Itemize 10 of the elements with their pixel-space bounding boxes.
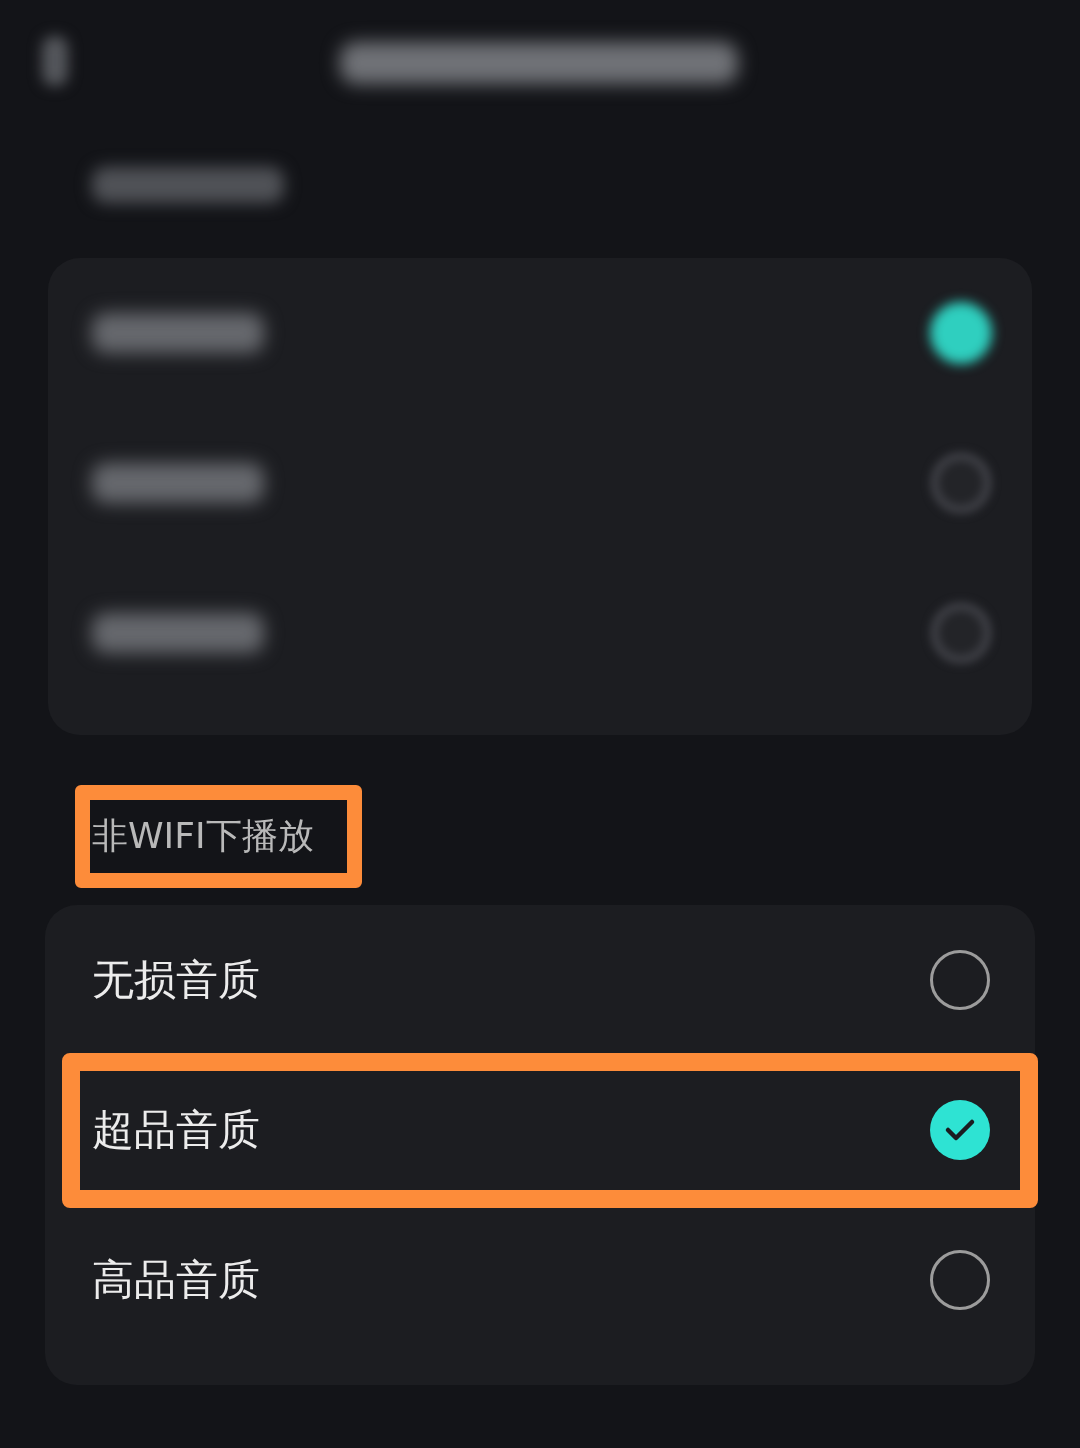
blurred-selected-radio-icon[interactable] [930,302,992,364]
option-row[interactable]: 超品音质 [45,1055,1035,1205]
blurred-radio-icon[interactable] [930,602,992,664]
radio-checked-icon[interactable] [930,1100,990,1160]
blurred-radio-icon[interactable] [930,452,992,514]
radio-icon[interactable] [930,1250,990,1310]
section-title: 非WIFI下播放 [92,814,314,858]
option-row[interactable]: 高品音质 [45,1205,1035,1355]
option-row[interactable]: 无损音质 [45,905,1035,1055]
radio-icon[interactable] [930,950,990,1010]
